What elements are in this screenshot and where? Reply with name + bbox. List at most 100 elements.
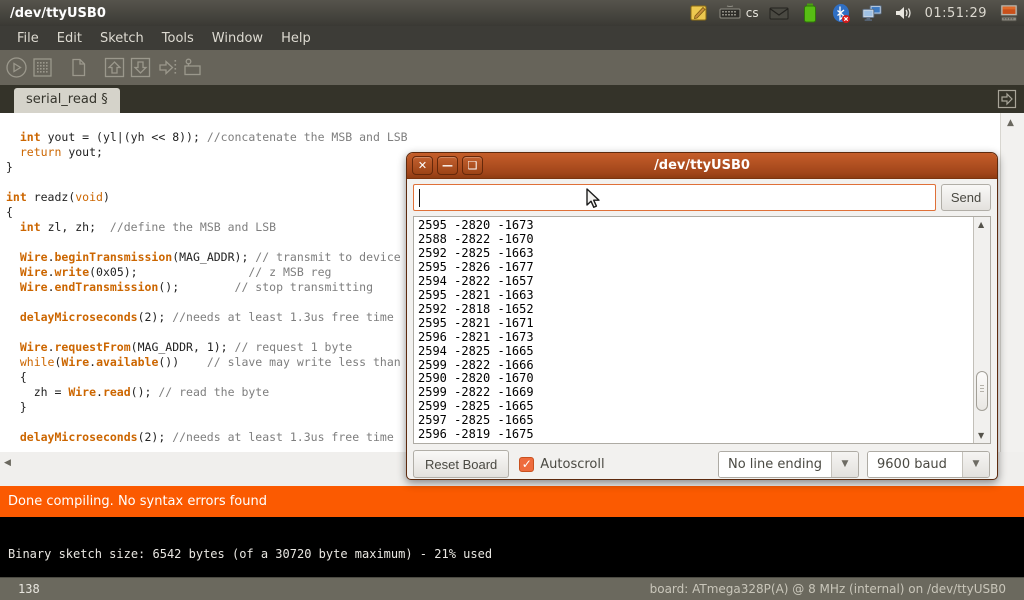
serial-line: 2595 -2826 -1677 (418, 261, 973, 275)
tab-list-button[interactable] (996, 88, 1018, 110)
serial-controls-row: Reset Board ✓ Autoscroll No line ending … (413, 450, 991, 478)
window-title: /dev/ttyUSB0 (0, 6, 106, 21)
autoscroll-checkbox[interactable]: ✓ (519, 457, 534, 472)
keyboard-layout-icon[interactable] (719, 2, 741, 24)
serial-monitor-window: /dev/ttyUSB0 ✕ — ❑ Send 2595 -2820 -1673… (406, 152, 998, 480)
serial-output-area[interactable]: 2595 -2820 -16732588 -2822 -16702592 -28… (413, 216, 991, 444)
serial-monitor-title: /dev/ttyUSB0 (407, 158, 997, 173)
status-message: Done compiling. No syntax errors found (8, 494, 267, 509)
new-sketch-button[interactable] (67, 56, 90, 79)
chevron-down-icon[interactable]: ▼ (962, 452, 989, 477)
tab-serial-read[interactable]: serial_read § (14, 88, 120, 113)
upload-button[interactable] (155, 56, 178, 79)
board-info: board: ATmega328P(A) @ 8 MHz (internal) … (650, 582, 1024, 596)
serial-line: 2594 -2825 -1665 (418, 345, 973, 359)
line-ending-dropdown[interactable]: No line ending ▼ (718, 451, 859, 478)
serial-line: 2588 -2822 -1670 (418, 233, 973, 247)
menu-file[interactable]: File (8, 28, 48, 49)
save-sketch-icon (129, 56, 152, 79)
mail-icon[interactable] (768, 2, 790, 24)
console-text: Binary sketch size: 6542 bytes (of a 307… (8, 547, 492, 561)
clock[interactable]: 01:51:29 (923, 6, 989, 21)
serial-scrollbar[interactable]: ▲ ▼ (973, 217, 990, 443)
serial-line: 2599 -2822 -1666 (418, 359, 973, 373)
new-sketch-icon (67, 56, 90, 79)
close-button[interactable]: ✕ (412, 156, 433, 175)
maximize-icon: ❑ (468, 160, 478, 171)
window-buttons: ✕ — ❑ (407, 156, 483, 175)
serial-input-row: Send (413, 184, 991, 211)
code-line: int yout = (yl|(yh << 8)); //concatenate… (6, 130, 1024, 145)
scroll-up-icon[interactable]: ▲ (1007, 118, 1014, 128)
serial-line: 2592 -2818 -1652 (418, 303, 973, 317)
check-icon: ✓ (522, 458, 532, 470)
upload-icon (155, 56, 178, 79)
minimize-button[interactable]: — (437, 156, 458, 175)
menubar: FileEditSketchToolsWindowHelp (0, 26, 1024, 50)
serial-line: 2596 -2821 -1673 (418, 331, 973, 345)
menu-window[interactable]: Window (203, 28, 272, 49)
stop-button[interactable] (31, 56, 54, 79)
battery-icon[interactable] (799, 2, 821, 24)
tab-bar: serial_read § (0, 85, 1024, 113)
top-panel: /dev/ttyUSB0 cs 01:51:29 (0, 0, 1024, 26)
open-sketch-icon (103, 56, 126, 79)
serial-output-lines: 2595 -2820 -16732588 -2822 -16702592 -28… (414, 217, 973, 443)
system-tray: cs 01:51:29 (688, 2, 1024, 24)
serial-monitor-button[interactable] (181, 56, 204, 79)
close-icon: ✕ (418, 160, 427, 171)
keyboard-layout-label[interactable]: cs (746, 6, 759, 20)
baud-rate-dropdown[interactable]: 9600 baud ▼ (867, 451, 990, 478)
serial-line: 2590 -2820 -1670 (418, 372, 973, 386)
serial-line: 2595 -2821 -1671 (418, 317, 973, 331)
scrollbar-thumb[interactable] (976, 371, 988, 411)
line-number: 138 (0, 582, 40, 596)
serial-line: 2592 -2825 -1663 (418, 247, 973, 261)
reset-board-label: Reset Board (425, 457, 497, 472)
serial-line: 2599 -2822 -1669 (418, 386, 973, 400)
text-caret (419, 189, 420, 207)
maximize-button[interactable]: ❑ (462, 156, 483, 175)
volume-icon[interactable] (892, 2, 914, 24)
verify-icon (5, 56, 28, 79)
toolbar (0, 50, 1024, 85)
serial-monitor-titlebar[interactable]: /dev/ttyUSB0 ✕ — ❑ (407, 153, 997, 179)
menu-edit[interactable]: Edit (48, 28, 91, 49)
build-console: Binary sketch size: 6542 bytes (of a 307… (0, 517, 1024, 577)
line-ending-value: No line ending (719, 452, 831, 477)
save-sketch-button[interactable] (129, 56, 152, 79)
minimize-icon: — (442, 160, 453, 171)
screen: /dev/ttyUSB0 cs 01:51:29 FileEditSketchTo… (0, 0, 1024, 600)
status-bar: Done compiling. No syntax errors found (0, 486, 1024, 517)
network-icon[interactable] (861, 2, 883, 24)
send-button[interactable]: Send (941, 184, 991, 211)
bluetooth-icon[interactable] (830, 2, 852, 24)
scroll-left-icon[interactable]: ◀ (4, 458, 11, 468)
serial-monitor-icon (181, 56, 204, 79)
serial-monitor-body: Send 2595 -2820 -16732588 -2822 -1670259… (407, 179, 997, 480)
tab-label: serial_read § (26, 92, 108, 107)
menu-sketch[interactable]: Sketch (91, 28, 153, 49)
baud-rate-value: 9600 baud (868, 452, 962, 477)
serial-line: 2597 -2825 -1665 (418, 414, 973, 428)
serial-line: 2595 -2820 -1673 (418, 219, 973, 233)
reset-board-button[interactable]: Reset Board (413, 450, 509, 478)
serial-line: 2596 -2819 -1675 (418, 428, 973, 442)
chevron-down-icon[interactable]: ▼ (831, 452, 858, 477)
open-sketch-button[interactable] (103, 56, 126, 79)
stop-icon (31, 56, 54, 79)
footer-status-bar: 138 board: ATmega328P(A) @ 8 MHz (intern… (0, 577, 1024, 600)
scroll-down-icon[interactable]: ▼ (978, 431, 984, 440)
menu-help[interactable]: Help (272, 28, 320, 49)
send-label: Send (951, 190, 981, 205)
session-monitor-icon[interactable] (998, 2, 1020, 24)
scroll-up-icon[interactable]: ▲ (978, 220, 984, 229)
verify-button[interactable] (5, 56, 28, 79)
serial-line: 2599 -2825 -1665 (418, 400, 973, 414)
editor-vertical-scrollbar[interactable]: ▲ (1000, 113, 1024, 452)
serial-line: 2594 -2822 -1657 (418, 275, 973, 289)
notes-icon[interactable] (688, 2, 710, 24)
menu-tools[interactable]: Tools (153, 28, 203, 49)
tab-list-arrow-icon (996, 88, 1018, 110)
serial-input[interactable] (413, 184, 936, 211)
